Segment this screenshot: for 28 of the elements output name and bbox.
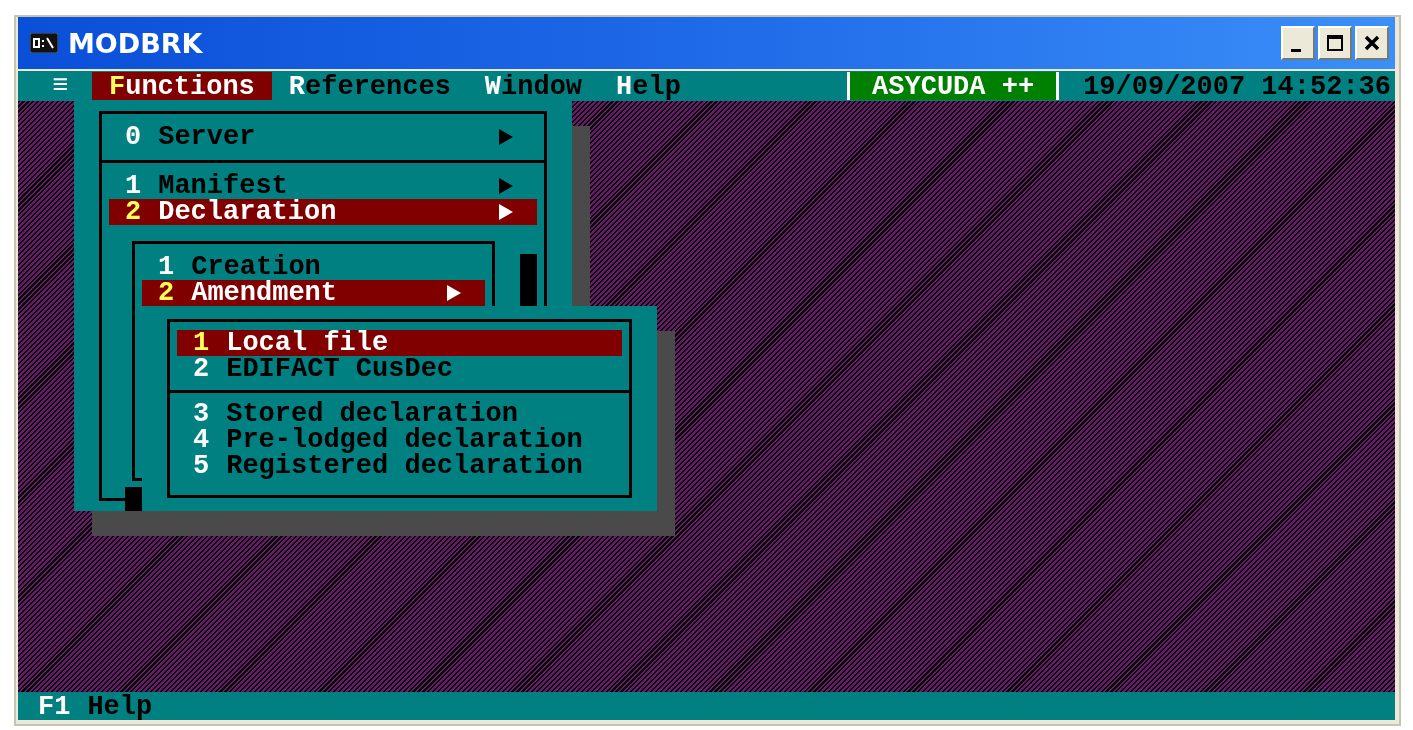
console-icon <box>30 33 58 53</box>
menu-item[interactable]: 2 EDIFACT CusDec <box>177 356 622 382</box>
minimize-icon <box>1291 48 1301 52</box>
product-label: ASYCUDA ++ <box>847 72 1060 100</box>
date-time: 19/09/2007 14:52:36 <box>1082 72 1392 100</box>
menu-item[interactable]: Window <box>467 72 600 100</box>
scrollbar-block <box>520 254 537 306</box>
maximize-button[interactable] <box>1318 26 1352 60</box>
menu-item[interactable]: 3 Stored declaration <box>177 401 622 427</box>
window-title: MODBRK <box>68 27 203 59</box>
menu-item[interactable]: 0 Server <box>109 124 537 150</box>
menu-item[interactable]: Help <box>599 72 698 100</box>
status-label: Help <box>87 692 153 722</box>
menu-item[interactable]: 5 Registered declaration <box>177 453 622 479</box>
close-icon <box>1363 34 1381 52</box>
menu-item[interactable]: 1 Creation <box>142 254 485 280</box>
menu-item[interactable]: 2 Declaration <box>109 199 537 225</box>
menu-item[interactable]: Functions <box>92 72 272 100</box>
minimize-button[interactable] <box>1281 26 1315 60</box>
menu-item[interactable]: 4 Pre-lodged declaration <box>177 427 622 453</box>
menu-glyph[interactable]: ≡ <box>18 73 92 99</box>
menu-item[interactable]: 2 Amendment <box>142 280 485 306</box>
menu-item[interactable]: References <box>271 72 468 100</box>
menu-item[interactable]: 1 Local file <box>177 330 622 356</box>
maximize-icon <box>1326 34 1344 52</box>
function-key: F1 <box>38 692 71 722</box>
menu-item[interactable]: 1 Manifest <box>109 173 537 199</box>
close-button[interactable] <box>1355 26 1389 60</box>
